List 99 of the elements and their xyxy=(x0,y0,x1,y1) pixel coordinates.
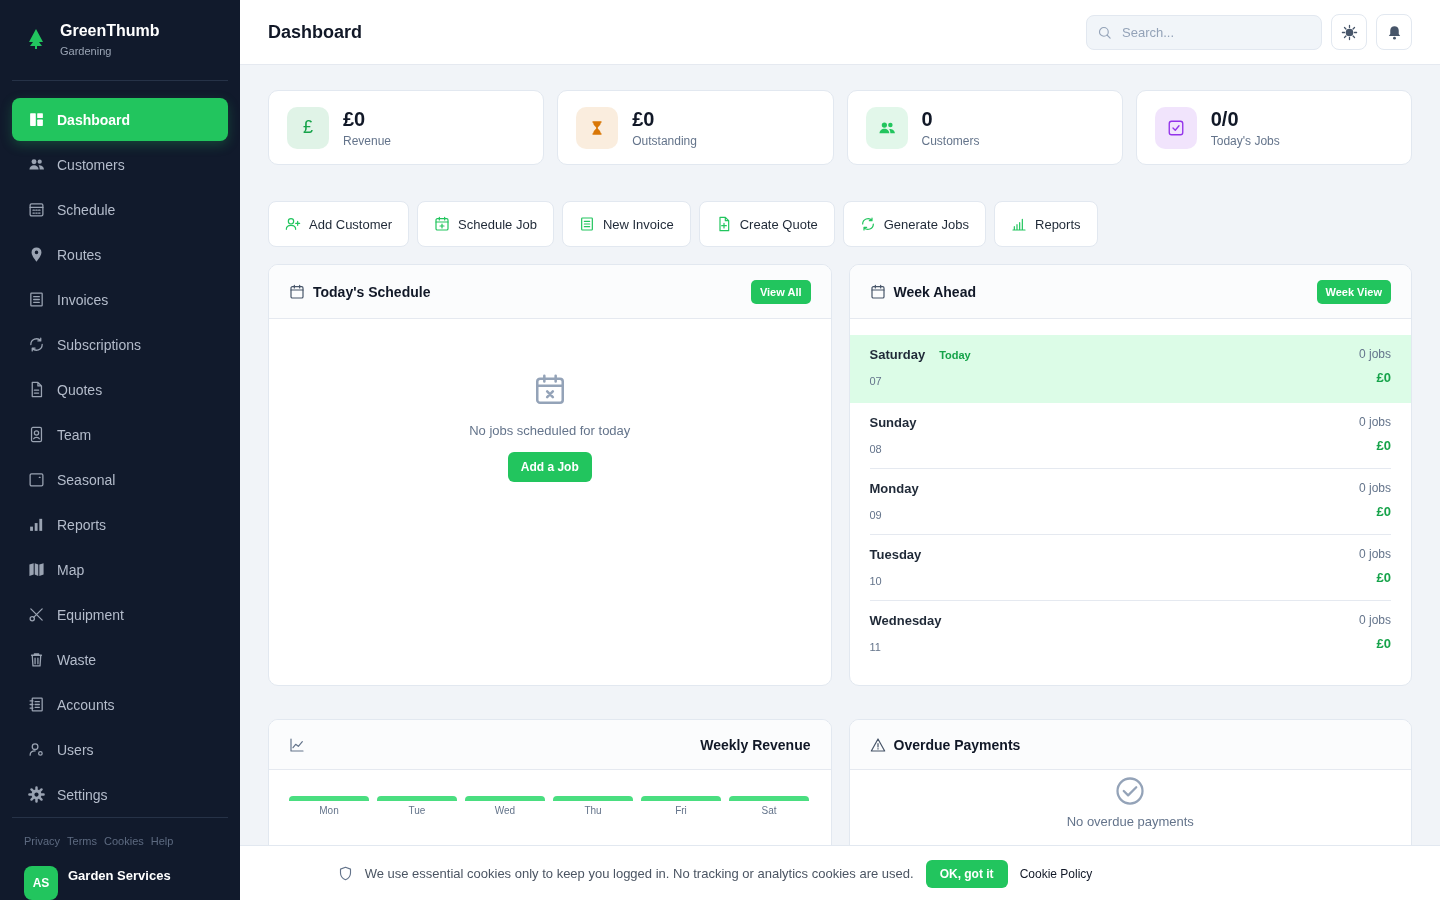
sidebar-item[interactable]: Customers xyxy=(12,143,228,186)
calendar-icon xyxy=(289,283,305,300)
sidebar-item[interactable]: Quotes xyxy=(12,368,228,411)
quick-action-button[interactable]: Add Customer xyxy=(268,201,410,247)
empty-message: No jobs scheduled for today xyxy=(469,423,631,438)
day-date: 07 xyxy=(869,375,883,387)
ledger-icon xyxy=(28,696,45,713)
brand-name: GreenThumb xyxy=(60,21,160,40)
notifications-button[interactable] xyxy=(1376,14,1412,50)
quick-action-button[interactable]: Create Quote xyxy=(698,201,835,247)
stat-label: Today's Jobs xyxy=(1210,133,1280,148)
today-label: Today xyxy=(939,349,971,361)
sidebar-item[interactable]: Team xyxy=(12,413,228,456)
trash-icon xyxy=(28,651,45,668)
cookie-message: We use essential cookies only to keep you logged in. No tracking or analytics cookies are used. xyxy=(364,866,914,881)
sidebar-item[interactable]: Subscriptions xyxy=(12,323,228,366)
day-amount: £0 xyxy=(1375,636,1391,651)
sun-icon xyxy=(1340,23,1358,41)
day-date: 08 xyxy=(869,443,883,455)
quick-action-button[interactable]: Reports xyxy=(994,201,1098,247)
bar-chart-icon xyxy=(28,516,45,533)
sidebar-item[interactable]: Map xyxy=(12,548,228,591)
user-plus-icon xyxy=(285,216,301,232)
cookie-policy-link[interactable]: Cookie Policy xyxy=(1019,866,1093,881)
day-amount: £0 xyxy=(1375,504,1391,519)
theme-button[interactable] xyxy=(1331,14,1367,50)
day-name: Sunday xyxy=(869,415,917,430)
quick-action-button[interactable]: Generate Jobs xyxy=(842,201,986,247)
shield-icon xyxy=(337,866,353,881)
list-document-icon xyxy=(578,216,595,232)
calendar-icon xyxy=(28,201,45,218)
day-label: Sat xyxy=(761,805,777,816)
day-label: Mon xyxy=(319,805,339,816)
stat-value: 0 xyxy=(921,107,934,131)
quick-action-button[interactable]: New Invoice xyxy=(561,201,691,247)
sidebar-item[interactable]: Waste xyxy=(12,638,228,681)
sidebar-item[interactable]: Equipment xyxy=(12,593,228,636)
sidebar-item[interactable]: Schedule xyxy=(12,188,228,231)
bar-chart-icon xyxy=(1011,216,1027,232)
day-amount: £0 xyxy=(1375,570,1391,585)
sidebar-item[interactable]: Routes xyxy=(12,233,228,276)
day-amount: £0 xyxy=(1375,370,1391,385)
empty-message: No overdue payments xyxy=(1066,814,1194,829)
day-name: Saturday xyxy=(869,347,926,362)
sidebar-item[interactable]: Users xyxy=(12,728,228,771)
panel-title: Today's Schedule xyxy=(313,283,432,300)
sidebar-item[interactable]: Reports xyxy=(12,503,228,546)
check-circle-icon xyxy=(1115,776,1146,806)
job-count: 0 jobs xyxy=(1358,613,1391,627)
search-field[interactable]: Search... xyxy=(1086,14,1322,50)
quick-action-button[interactable]: Schedule Job xyxy=(417,201,554,247)
day-date: 09 xyxy=(869,509,883,521)
panel-title: Overdue Payments xyxy=(893,736,1022,753)
account-name: Garden Services xyxy=(68,868,171,883)
stat-label: Revenue xyxy=(343,133,392,148)
sidebar-item[interactable]: Accounts xyxy=(12,683,228,726)
day-label: Wed xyxy=(494,805,516,816)
panel-title: Weekly Revenue xyxy=(699,736,811,753)
stat-value: £0 xyxy=(343,107,367,131)
day-label: Fri xyxy=(675,805,687,816)
panel-title: Week Ahead xyxy=(893,283,977,300)
day-name: Monday xyxy=(869,481,919,496)
list-document-icon xyxy=(28,291,45,308)
map-icon xyxy=(28,561,45,578)
stat-value: £0 xyxy=(632,107,656,131)
calendar-icon xyxy=(869,283,886,300)
job-count: 0 jobs xyxy=(1358,347,1391,361)
brand-subtitle: Gardening xyxy=(60,44,113,57)
settings-icon xyxy=(28,786,45,803)
user-gear-icon xyxy=(28,741,45,758)
line-chart-icon xyxy=(289,736,305,753)
day-name: Tuesday xyxy=(869,547,922,562)
day-name: Wednesday xyxy=(869,613,942,628)
stat-label: Customers xyxy=(921,133,980,148)
refresh-icon xyxy=(859,216,876,232)
refresh-icon xyxy=(28,336,45,353)
stat-label: Outstanding xyxy=(632,133,697,148)
warning-icon xyxy=(869,736,886,753)
page-title: Dashboard xyxy=(268,21,364,43)
job-count: 0 jobs xyxy=(1358,547,1391,561)
avatar: AS xyxy=(24,866,58,900)
day-label: Tue xyxy=(408,805,426,816)
scissors-icon xyxy=(28,606,45,623)
sidebar-item[interactable]: Seasonal xyxy=(12,458,228,501)
calendar-icon xyxy=(28,471,45,488)
sidebar-item[interactable]: Invoices xyxy=(12,278,228,321)
grid-icon xyxy=(28,111,45,128)
day-amount: £0 xyxy=(1375,438,1391,453)
job-count: 0 jobs xyxy=(1358,481,1391,495)
stat-value: 0/0 xyxy=(1210,107,1240,131)
calendar-plus-icon xyxy=(434,216,451,232)
day-date: 11 xyxy=(869,641,882,653)
sidebar-item[interactable]: Settings xyxy=(12,773,228,816)
day-date: 10 xyxy=(869,575,883,587)
pound-icon: £ xyxy=(303,117,313,138)
day-label: Thu xyxy=(584,805,602,816)
search-icon xyxy=(1097,24,1112,40)
id-badge-icon xyxy=(28,426,45,443)
job-count: 0 jobs xyxy=(1358,415,1391,429)
